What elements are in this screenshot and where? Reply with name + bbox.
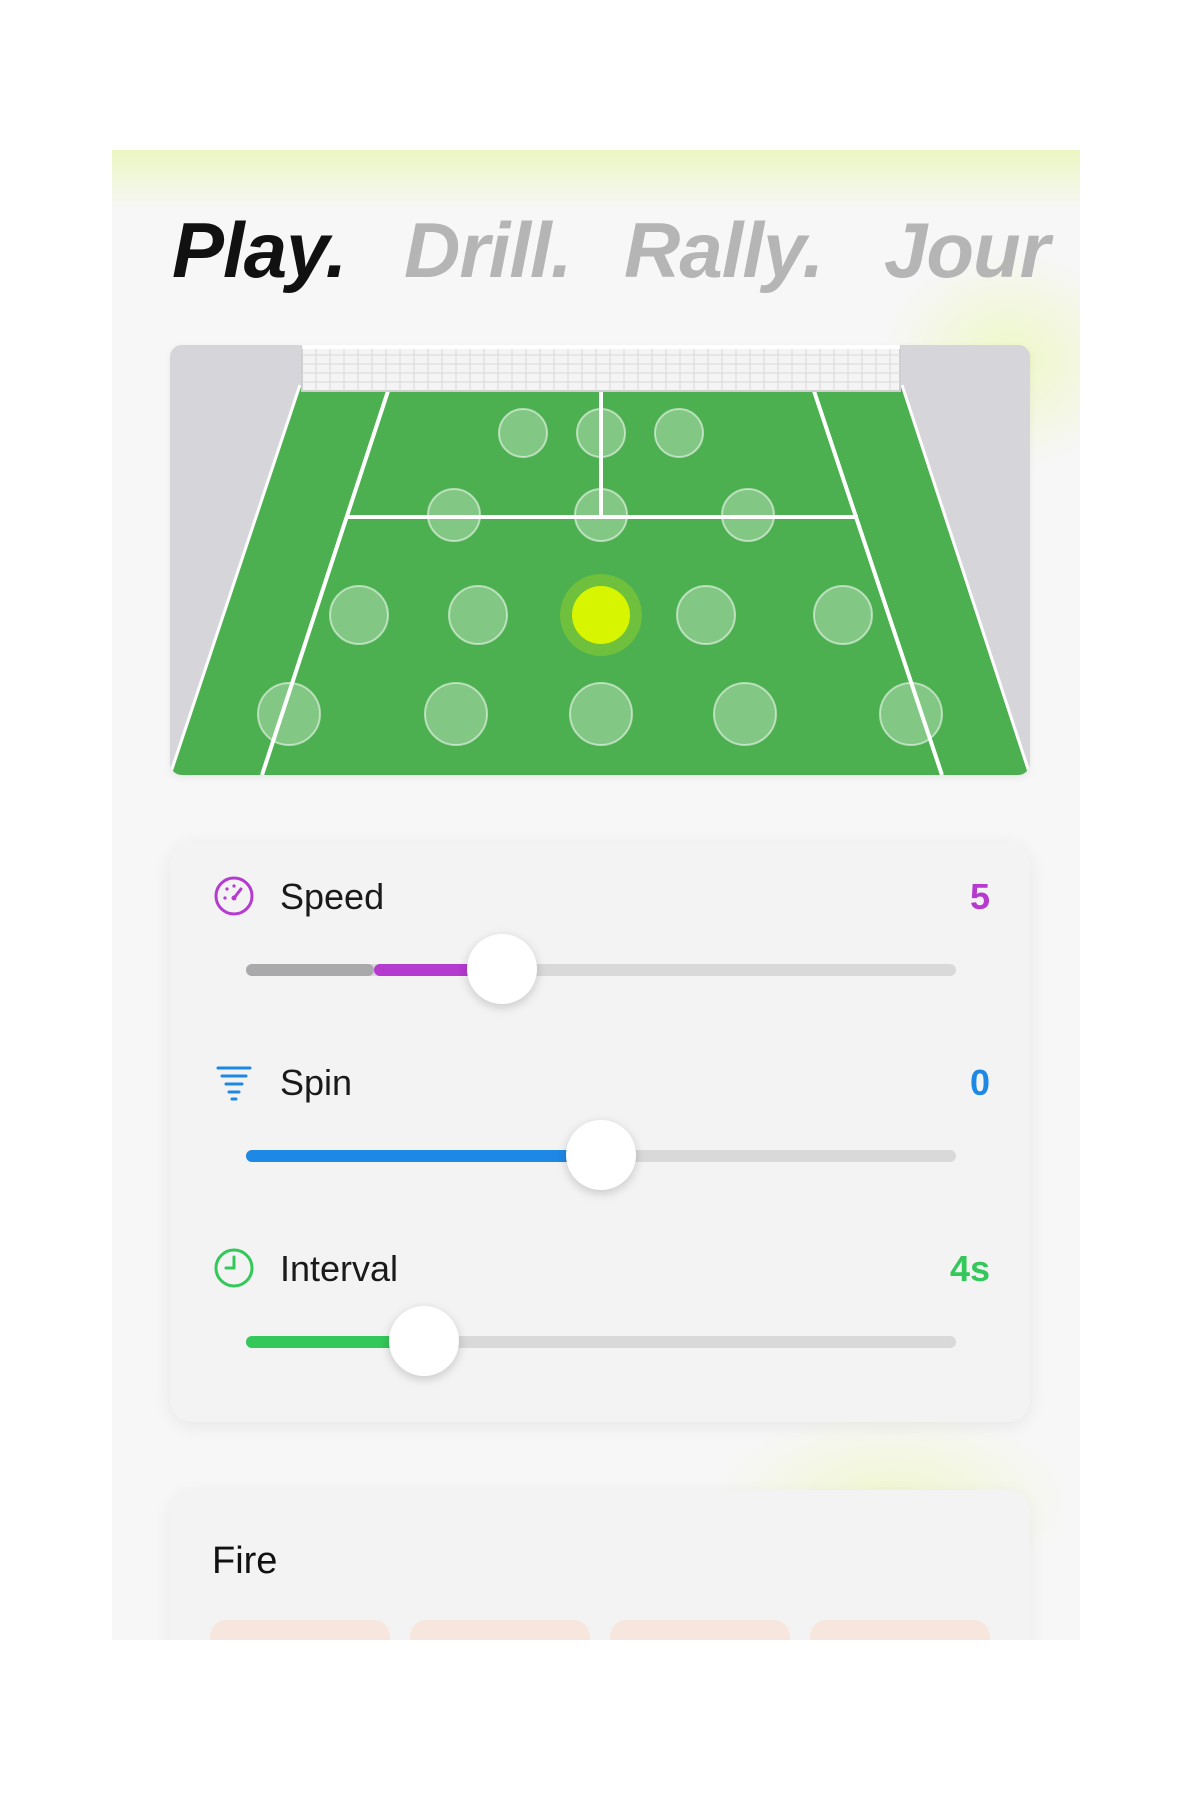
target-zone-row-4-center[interactable] xyxy=(569,682,633,746)
target-zone-row-4-left-mid[interactable] xyxy=(424,682,488,746)
target-zone-row-1-left[interactable] xyxy=(498,408,548,458)
clock-icon xyxy=(214,1248,254,1288)
fire-once-button[interactable]: 1 xyxy=(210,1620,390,1640)
controls-card: Speed 5 Spin 0 Interval 4s xyxy=(170,842,1030,1422)
target-zone-row-3-right-mid[interactable] xyxy=(676,585,736,645)
net xyxy=(301,345,901,392)
spin-slider-thumb[interactable] xyxy=(566,1120,636,1190)
tab-play[interactable]: Play. xyxy=(172,205,347,296)
fire-card: Fire 1 10 ∞ # xyxy=(170,1490,1030,1640)
target-zone-row-1-right[interactable] xyxy=(654,408,704,458)
app-window: Play. Drill. Rally. Jour Speed 5 Spin 0 … xyxy=(112,150,1080,1640)
speed-value: 5 xyxy=(969,876,990,917)
mode-tabs: Play. Drill. Rally. Jour xyxy=(112,205,1080,315)
target-zone-row-4-right-mid[interactable] xyxy=(713,682,777,746)
tab-rally[interactable]: Rally. xyxy=(624,205,824,296)
selected-target-ball[interactable] xyxy=(572,586,630,644)
spin-label: Spin xyxy=(280,1062,353,1103)
tab-journal[interactable]: Jour xyxy=(884,205,1050,296)
target-zone-row-3-left-mid[interactable] xyxy=(448,585,508,645)
gauge-icon xyxy=(214,876,254,916)
speed-slider-thumb[interactable] xyxy=(466,934,537,1004)
target-zone-row-2-right[interactable] xyxy=(721,488,775,542)
fire-title: Fire xyxy=(212,1540,278,1582)
spin-value: 0 xyxy=(969,1062,990,1103)
target-zone-row-1-center[interactable] xyxy=(576,408,626,458)
fire-continuous-button[interactable]: ∞ xyxy=(610,1620,790,1640)
fire-ten-button[interactable]: 10 xyxy=(410,1620,590,1640)
speed-label: Speed xyxy=(280,876,385,917)
interval-label: Interval xyxy=(280,1248,399,1289)
tornado-icon xyxy=(216,1066,252,1101)
court-graphic xyxy=(170,345,1030,775)
spin-slider-fill xyxy=(246,1150,601,1162)
speed-slider-min-segment xyxy=(246,964,374,976)
fire-count-button[interactable]: # xyxy=(810,1620,990,1640)
speed-slider[interactable] xyxy=(246,934,956,1006)
court-panel xyxy=(170,345,1030,775)
tab-drill[interactable]: Drill. xyxy=(404,205,572,296)
target-zone-row-3-left[interactable] xyxy=(329,585,389,645)
interval-slider[interactable] xyxy=(246,1306,956,1378)
target-zone-row-4-left[interactable] xyxy=(257,682,321,746)
target-zone-row-2-left[interactable] xyxy=(427,488,481,542)
interval-slider-thumb[interactable] xyxy=(388,1306,459,1376)
interval-value: 4s xyxy=(949,1248,990,1289)
target-zone-row-4-right[interactable] xyxy=(879,682,943,746)
spin-slider[interactable] xyxy=(246,1120,956,1192)
top-glow xyxy=(112,150,1080,210)
target-zone-row-2-center[interactable] xyxy=(574,488,628,542)
screen: Play. Drill. Rally. Jour Speed 5 Spin 0 … xyxy=(0,0,1200,1800)
target-zone-row-3-right[interactable] xyxy=(813,585,873,645)
